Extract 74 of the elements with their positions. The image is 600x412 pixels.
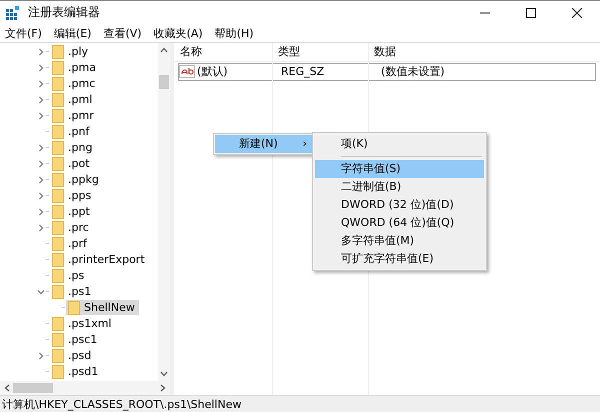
folder-icon xyxy=(52,156,64,171)
folder-icon xyxy=(52,252,64,267)
tree-item[interactable]: .pma xyxy=(50,60,100,76)
scrollbar[interactable] xyxy=(158,42,170,382)
column-header[interactable]: 数据 xyxy=(368,44,600,60)
table-cell-text: (数值未设置) xyxy=(380,64,446,80)
tree-item[interactable]: .pmc xyxy=(50,76,100,92)
tree-item[interactable]: .pmr xyxy=(50,108,98,124)
column-header[interactable]: 类型 xyxy=(272,44,368,60)
window-title: 注册表编辑器 xyxy=(28,4,100,22)
folder-icon xyxy=(52,364,64,379)
folder-icon xyxy=(52,268,64,283)
tree-item[interactable]: .psd xyxy=(50,348,96,364)
folder-icon xyxy=(52,124,64,139)
folder-icon xyxy=(52,140,64,155)
menu-item[interactable]: 项(K) xyxy=(315,134,484,153)
folder-icon xyxy=(52,188,64,203)
tree-item[interactable]: .ppkg xyxy=(50,172,103,188)
registry-icon xyxy=(6,6,20,20)
tree-item[interactable]: .ppt xyxy=(50,204,94,220)
table-cell-text: REG_SZ xyxy=(280,65,326,78)
tree-item[interactable]: .ps1 xyxy=(50,284,96,300)
tree-item[interactable]: .prc xyxy=(50,220,93,236)
menu-item[interactable]: 收藏夹(A) xyxy=(154,26,203,41)
folder-icon xyxy=(52,284,64,299)
menu-item[interactable]: 多字符串值(M) xyxy=(315,232,484,250)
tree-item[interactable]: .pnf xyxy=(50,124,94,140)
tree-item[interactable]: .psd1 xyxy=(50,364,102,380)
string-value-icon xyxy=(179,65,195,78)
menu-item[interactable]: 帮助(H) xyxy=(214,26,254,41)
menu-item[interactable]: 字符串值(S) xyxy=(315,160,484,178)
menu-item[interactable]: 二进制值(B) xyxy=(315,178,484,196)
menu-item[interactable]: 新建(N) › xyxy=(215,134,313,153)
folder-icon xyxy=(52,316,64,331)
menu-item[interactable]: DWORD (32 位)值(D) xyxy=(315,196,484,214)
close-icon[interactable] xyxy=(572,8,582,18)
tree-item[interactable]: .printerExport xyxy=(50,252,149,268)
menu-item[interactable]: 文件(F) xyxy=(5,26,42,41)
folder-icon xyxy=(52,172,64,187)
maximize-icon[interactable] xyxy=(526,8,536,18)
chevron-icon[interactable] xyxy=(37,352,45,360)
menu-item[interactable]: 编辑(E) xyxy=(54,26,92,41)
folder-icon xyxy=(52,76,64,91)
folder-icon xyxy=(52,236,64,251)
value-name: (默认) xyxy=(197,64,228,80)
tree-item[interactable]: .pot xyxy=(50,156,94,172)
folder-icon xyxy=(52,220,64,235)
tree-item[interactable]: .ps xyxy=(50,268,88,284)
folder-icon xyxy=(52,60,64,75)
tree-item[interactable]: .prf xyxy=(50,236,91,252)
folder-icon xyxy=(52,332,64,347)
scrollbar-thumb[interactable] xyxy=(13,383,53,394)
tree-item[interactable]: .ps1xml xyxy=(50,316,116,332)
tree-item[interactable]: .ply xyxy=(50,44,92,60)
chevron-icon[interactable] xyxy=(37,288,45,296)
column-header[interactable]: 名称 xyxy=(174,44,272,60)
status-bar: 计算机\HKEY_CLASSES_ROOT\.ps1\ShellNew xyxy=(0,395,600,412)
menu-item[interactable]: QWORD (64 位)值(Q) xyxy=(315,214,484,232)
menu-item[interactable]: 查看(V) xyxy=(103,26,142,41)
folder-icon xyxy=(52,108,64,123)
folder-icon xyxy=(52,204,64,219)
tree-item[interactable]: .png xyxy=(50,140,96,156)
folder-icon xyxy=(52,92,64,107)
tree-item[interactable]: .pml xyxy=(50,92,96,108)
scrollbar[interactable] xyxy=(0,381,170,396)
tree-item[interactable]: .pps xyxy=(50,188,96,204)
scrollbar-thumb[interactable] xyxy=(159,74,169,89)
folder-icon xyxy=(52,44,64,59)
menu-item[interactable]: 可扩充字符串值(E) xyxy=(315,250,484,268)
folder-icon xyxy=(68,300,80,315)
folder-icon xyxy=(52,348,64,363)
tree-item[interactable]: .psc1 xyxy=(50,332,102,348)
tree-item[interactable]: ShellNew xyxy=(66,300,139,316)
table-row[interactable]: (默认) REG_SZ (数值未设置) xyxy=(178,62,596,81)
